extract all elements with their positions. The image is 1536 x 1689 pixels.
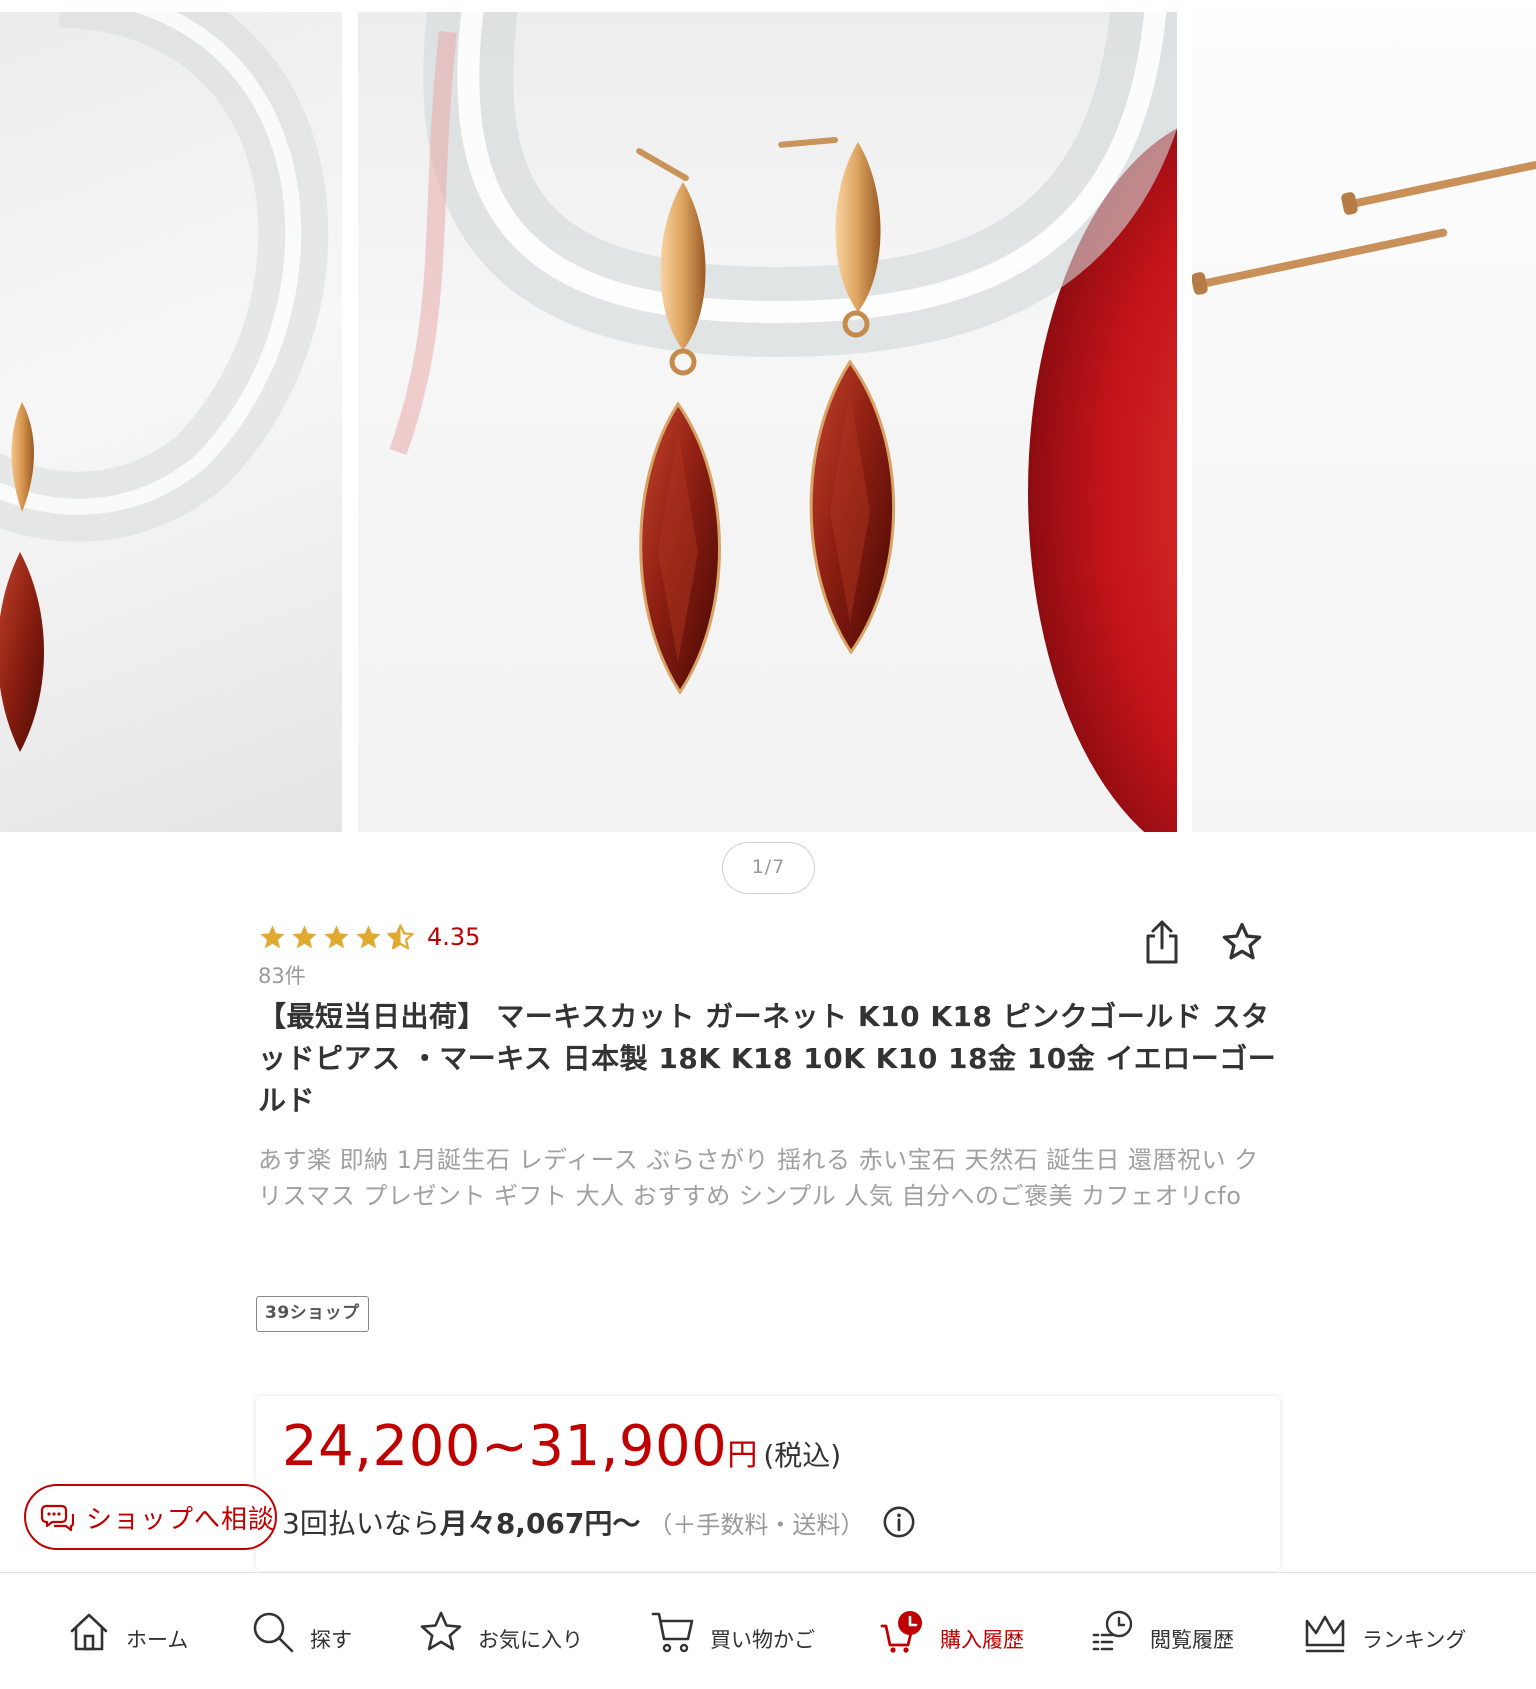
installment-fee: （＋手数料・送料）	[648, 1510, 865, 1539]
rating-value: 4.35	[427, 923, 481, 951]
nav-home[interactable]: ホーム	[66, 1573, 188, 1689]
nav-search[interactable]: 探す	[250, 1573, 352, 1689]
nav-home-label: ホーム	[126, 1627, 189, 1652]
star-filled-icon	[324, 924, 349, 948]
product-image-carousel[interactable]	[0, 12, 1536, 832]
purchase-history-icon	[880, 1610, 922, 1653]
star-half-icon	[387, 923, 414, 949]
carousel-slide-next[interactable]	[1192, 12, 1536, 832]
nav-favorites[interactable]: お気に入り	[418, 1573, 583, 1689]
nav-ranking-label: ランキング	[1362, 1627, 1467, 1652]
nav-cart[interactable]: 買い物かご	[650, 1573, 815, 1689]
info-icon[interactable]	[882, 1505, 916, 1539]
star-filled-icon	[260, 924, 285, 948]
price-card: 24,200~31,900円 (税込) 3回払いなら 月々8,067円〜 （＋手数…	[256, 1396, 1280, 1571]
star-filled-icon	[356, 924, 381, 948]
bottom-nav: ホーム 探す お気に入り 買い物かご 購入履歴 閲覧履歴 ランキング	[0, 1572, 1536, 1689]
earring-photo-next	[1192, 161, 1536, 295]
nav-search-label: 探す	[310, 1627, 352, 1652]
review-count-link[interactable]: 83件	[258, 960, 306, 990]
nav-ranking[interactable]: ランキング	[1302, 1573, 1466, 1689]
product-title: 【最短当日出荷】 マーキスカット ガーネット K10 K18 ピンクゴールド ス…	[258, 1000, 1277, 1117]
carousel-pager: 1/7	[722, 842, 815, 894]
price-range: 24,200~31,900	[282, 1414, 728, 1479]
share-icon[interactable]	[1142, 918, 1182, 966]
price-line: 24,200~31,900円 (税込)	[282, 1414, 841, 1479]
star-outline-icon[interactable]	[1220, 920, 1264, 964]
browsing-history-icon	[1092, 1610, 1133, 1650]
search-icon	[253, 1612, 294, 1652]
price-yen: 円	[727, 1438, 758, 1473]
product-catch-copy: あす楽 即納 1月誕生石 レディース ぶらさがり 揺れる 赤い宝石 天然石 誕生…	[258, 1146, 1259, 1210]
nav-favorites-label: お気に入り	[478, 1627, 583, 1652]
home-icon	[70, 1613, 108, 1650]
installment-prefix: 3回払いなら	[282, 1507, 440, 1540]
nav-cart-label: 買い物かご	[710, 1627, 815, 1652]
earring-photo-previous	[0, 12, 329, 752]
shop-badge: 39ショップ	[256, 1296, 369, 1332]
earring-photo-main	[389, 12, 1177, 832]
rating-stars	[258, 923, 415, 952]
carousel-slide-previous[interactable]	[0, 12, 342, 832]
star-icon	[420, 1611, 462, 1650]
price-tax-label: (税込)	[763, 1439, 842, 1472]
rating[interactable]: 4.35	[258, 917, 480, 957]
shop-consult-button[interactable]: ショップへ相談	[24, 1484, 277, 1550]
nav-browsing-history-label: 閲覧履歴	[1150, 1627, 1234, 1652]
star-filled-icon	[292, 924, 317, 948]
nav-purchase-history[interactable]: 購入履歴	[880, 1573, 1024, 1689]
chat-bubble-icon	[40, 1504, 74, 1532]
carousel-slide-current[interactable]	[358, 12, 1177, 832]
cart-icon	[651, 1612, 694, 1652]
shop-consult-label: ショップへ相談	[86, 1504, 276, 1535]
crown-icon	[1305, 1615, 1345, 1652]
installment-amount: 月々8,067円〜	[439, 1507, 641, 1540]
nav-browsing-history[interactable]: 閲覧履歴	[1090, 1573, 1234, 1689]
nav-purchase-history-label: 購入履歴	[940, 1627, 1024, 1652]
installment-info: 3回払いなら 月々8,067円〜 （＋手数料・送料）	[282, 1502, 916, 1542]
